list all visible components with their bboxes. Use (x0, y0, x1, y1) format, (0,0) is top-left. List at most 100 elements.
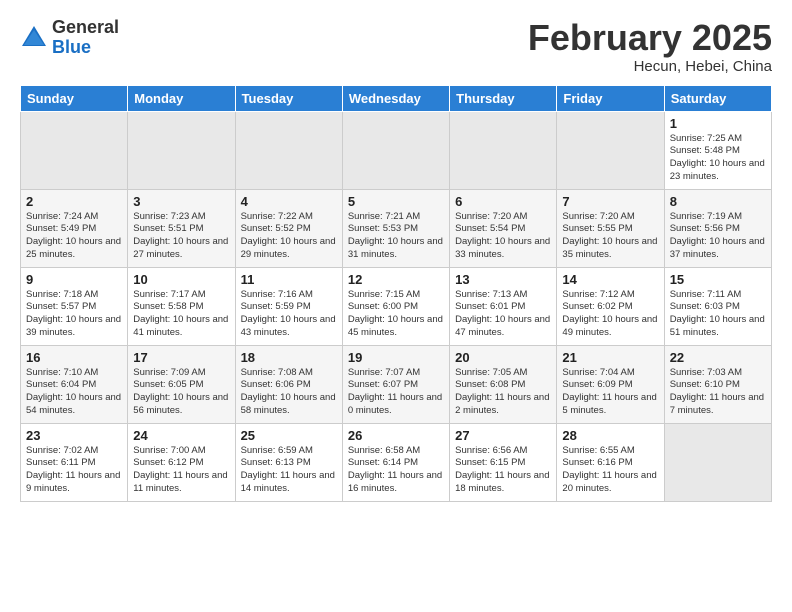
calendar-cell: 8 Sunrise: 7:19 AM Sunset: 5:56 PM Daylig… (664, 189, 771, 267)
day-number: 21 (562, 350, 658, 365)
day-info: Sunrise: 6:59 AM Sunset: 6:13 PM Dayligh… (241, 445, 337, 496)
calendar-cell: 21 Sunrise: 7:04 AM Sunset: 6:09 PM Dayli… (557, 345, 664, 423)
day-number: 9 (26, 272, 122, 287)
calendar-cell: 17 Sunrise: 7:09 AM Sunset: 6:05 PM Dayli… (128, 345, 235, 423)
logo-icon (20, 24, 48, 52)
day-number: 16 (26, 350, 122, 365)
day-info: Sunrise: 7:12 AM Sunset: 6:02 PM Dayligh… (562, 289, 658, 340)
day-info: Sunrise: 6:55 AM Sunset: 6:16 PM Dayligh… (562, 445, 658, 496)
day-number: 14 (562, 272, 658, 287)
day-info: Sunrise: 7:20 AM Sunset: 5:54 PM Dayligh… (455, 211, 551, 262)
day-number: 27 (455, 428, 551, 443)
month-title: February 2025 (528, 18, 772, 58)
day-info: Sunrise: 7:02 AM Sunset: 6:11 PM Dayligh… (26, 445, 122, 496)
calendar-cell: 24 Sunrise: 7:00 AM Sunset: 6:12 PM Dayli… (128, 423, 235, 501)
day-info: Sunrise: 7:18 AM Sunset: 5:57 PM Dayligh… (26, 289, 122, 340)
calendar-cell: 13 Sunrise: 7:13 AM Sunset: 6:01 PM Dayli… (450, 267, 557, 345)
day-number: 24 (133, 428, 229, 443)
weekday-header-cell: Friday (557, 85, 664, 111)
day-number: 15 (670, 272, 766, 287)
calendar-cell (450, 111, 557, 189)
day-info: Sunrise: 7:03 AM Sunset: 6:10 PM Dayligh… (670, 367, 766, 418)
calendar-cell (128, 111, 235, 189)
header: General Blue February 2025 Hecun, Hebei,… (20, 18, 772, 75)
day-number: 6 (455, 194, 551, 209)
logo-text: General Blue (52, 18, 119, 58)
day-info: Sunrise: 7:11 AM Sunset: 6:03 PM Dayligh… (670, 289, 766, 340)
calendar-cell: 5Sunrise: 7:21 AM Sunset: 5:53 PM Daylig… (342, 189, 449, 267)
day-info: Sunrise: 7:20 AM Sunset: 5:55 PM Dayligh… (562, 211, 658, 262)
day-info: Sunrise: 7:23 AM Sunset: 5:51 PM Dayligh… (133, 211, 229, 262)
calendar-cell: 9 Sunrise: 7:18 AM Sunset: 5:57 PM Daylig… (21, 267, 128, 345)
day-info: Sunrise: 7:25 AM Sunset: 5:48 PM Dayligh… (670, 133, 766, 184)
calendar-cell: 14 Sunrise: 7:12 AM Sunset: 6:02 PM Dayli… (557, 267, 664, 345)
day-number: 20 (455, 350, 551, 365)
calendar-cell (235, 111, 342, 189)
calendar-week-row: 23 Sunrise: 7:02 AM Sunset: 6:11 PM Dayli… (21, 423, 772, 501)
weekday-header-cell: Monday (128, 85, 235, 111)
day-info: Sunrise: 7:05 AM Sunset: 6:08 PM Dayligh… (455, 367, 551, 418)
calendar-cell (664, 423, 771, 501)
day-info: Sunrise: 6:58 AM Sunset: 6:14 PM Dayligh… (348, 445, 444, 496)
calendar: SundayMondayTuesdayWednesdayThursdayFrid… (20, 85, 772, 502)
calendar-cell: 26 Sunrise: 6:58 AM Sunset: 6:14 PM Dayli… (342, 423, 449, 501)
day-number: 13 (455, 272, 551, 287)
weekday-header-cell: Thursday (450, 85, 557, 111)
day-number: 22 (670, 350, 766, 365)
day-info: Sunrise: 7:22 AM Sunset: 5:52 PM Dayligh… (241, 211, 337, 262)
calendar-week-row: 2Sunrise: 7:24 AM Sunset: 5:49 PM Daylig… (21, 189, 772, 267)
calendar-cell (21, 111, 128, 189)
day-number: 19 (348, 350, 444, 365)
location: Hecun, Hebei, China (528, 58, 772, 75)
calendar-cell: 23 Sunrise: 7:02 AM Sunset: 6:11 PM Dayli… (21, 423, 128, 501)
day-number: 12 (348, 272, 444, 287)
day-number: 26 (348, 428, 444, 443)
calendar-cell: 19Sunrise: 7:07 AM Sunset: 6:07 PM Dayli… (342, 345, 449, 423)
day-number: 4 (241, 194, 337, 209)
calendar-week-row: 9 Sunrise: 7:18 AM Sunset: 5:57 PM Daylig… (21, 267, 772, 345)
day-number: 28 (562, 428, 658, 443)
weekday-header-cell: Saturday (664, 85, 771, 111)
day-number: 8 (670, 194, 766, 209)
day-number: 10 (133, 272, 229, 287)
day-info: Sunrise: 6:56 AM Sunset: 6:15 PM Dayligh… (455, 445, 551, 496)
day-info: Sunrise: 7:08 AM Sunset: 6:06 PM Dayligh… (241, 367, 337, 418)
calendar-week-row: 1Sunrise: 7:25 AM Sunset: 5:48 PM Daylig… (21, 111, 772, 189)
calendar-cell: 27 Sunrise: 6:56 AM Sunset: 6:15 PM Dayli… (450, 423, 557, 501)
day-number: 17 (133, 350, 229, 365)
calendar-cell: 12Sunrise: 7:15 AM Sunset: 6:00 PM Dayli… (342, 267, 449, 345)
logo-blue: Blue (52, 38, 119, 58)
day-number: 2 (26, 194, 122, 209)
calendar-week-row: 16 Sunrise: 7:10 AM Sunset: 6:04 PM Dayli… (21, 345, 772, 423)
calendar-cell: 1Sunrise: 7:25 AM Sunset: 5:48 PM Daylig… (664, 111, 771, 189)
day-info: Sunrise: 7:19 AM Sunset: 5:56 PM Dayligh… (670, 211, 766, 262)
calendar-cell: 2Sunrise: 7:24 AM Sunset: 5:49 PM Daylig… (21, 189, 128, 267)
day-info: Sunrise: 7:00 AM Sunset: 6:12 PM Dayligh… (133, 445, 229, 496)
calendar-cell: 20 Sunrise: 7:05 AM Sunset: 6:08 PM Dayli… (450, 345, 557, 423)
calendar-cell: 15 Sunrise: 7:11 AM Sunset: 6:03 PM Dayli… (664, 267, 771, 345)
calendar-cell: 6 Sunrise: 7:20 AM Sunset: 5:54 PM Daylig… (450, 189, 557, 267)
day-info: Sunrise: 7:13 AM Sunset: 6:01 PM Dayligh… (455, 289, 551, 340)
calendar-cell: 22 Sunrise: 7:03 AM Sunset: 6:10 PM Dayli… (664, 345, 771, 423)
day-number: 3 (133, 194, 229, 209)
day-info: Sunrise: 7:04 AM Sunset: 6:09 PM Dayligh… (562, 367, 658, 418)
calendar-cell: 3 Sunrise: 7:23 AM Sunset: 5:51 PM Daylig… (128, 189, 235, 267)
calendar-cell: 4 Sunrise: 7:22 AM Sunset: 5:52 PM Daylig… (235, 189, 342, 267)
calendar-cell: 18Sunrise: 7:08 AM Sunset: 6:06 PM Dayli… (235, 345, 342, 423)
calendar-cell: 11Sunrise: 7:16 AM Sunset: 5:59 PM Dayli… (235, 267, 342, 345)
day-number: 7 (562, 194, 658, 209)
calendar-body: 1Sunrise: 7:25 AM Sunset: 5:48 PM Daylig… (21, 111, 772, 501)
day-info: Sunrise: 7:10 AM Sunset: 6:04 PM Dayligh… (26, 367, 122, 418)
weekday-header: SundayMondayTuesdayWednesdayThursdayFrid… (21, 85, 772, 111)
weekday-header-cell: Sunday (21, 85, 128, 111)
day-info: Sunrise: 7:17 AM Sunset: 5:58 PM Dayligh… (133, 289, 229, 340)
day-number: 23 (26, 428, 122, 443)
weekday-header-cell: Wednesday (342, 85, 449, 111)
calendar-cell: 10 Sunrise: 7:17 AM Sunset: 5:58 PM Dayli… (128, 267, 235, 345)
day-info: Sunrise: 7:09 AM Sunset: 6:05 PM Dayligh… (133, 367, 229, 418)
day-info: Sunrise: 7:21 AM Sunset: 5:53 PM Dayligh… (348, 211, 444, 262)
logo-general: General (52, 18, 119, 38)
calendar-cell (557, 111, 664, 189)
page: General Blue February 2025 Hecun, Hebei,… (0, 0, 792, 512)
calendar-cell: 16 Sunrise: 7:10 AM Sunset: 6:04 PM Dayli… (21, 345, 128, 423)
